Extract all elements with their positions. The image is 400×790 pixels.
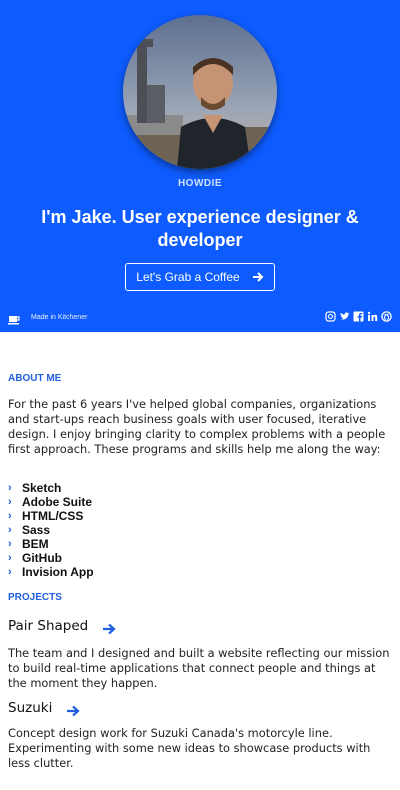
list-item: › GitHub: [8, 551, 94, 565]
skill-label: Adobe Suite: [22, 495, 93, 509]
chevron-right-icon: ›: [8, 566, 12, 578]
arrow-right-icon: [102, 620, 116, 635]
list-item: › HTML/CSS: [8, 509, 94, 523]
skill-label: HTML/CSS: [22, 509, 84, 523]
list-item: › Invision App: [8, 565, 94, 579]
avatar: [123, 15, 277, 169]
hero-section: HOWDIE I'm Jake. User experience designe…: [0, 0, 400, 332]
social-links: [325, 311, 392, 322]
list-item: › BEM: [8, 537, 94, 551]
project-name: Pair Shaped: [8, 618, 89, 634]
made-in-label: Made in Kitchener: [31, 314, 88, 321]
page-title: I'm Jake. User experience designer & dev…: [41, 207, 359, 250]
chevron-right-icon: ›: [8, 496, 12, 508]
cta-label: Let's Grab a Coffee: [136, 270, 240, 284]
github-icon[interactable]: [381, 311, 392, 322]
list-item: › Sketch: [8, 481, 94, 495]
project-description: The team and I designed and built a webs…: [8, 646, 390, 690]
skill-label: Sketch: [22, 481, 62, 495]
facebook-icon[interactable]: [353, 311, 364, 322]
about-paragraph: For the past 6 years I've helped global …: [8, 397, 386, 456]
skill-label: Sass: [22, 523, 51, 537]
arrow-right-icon: [66, 702, 80, 717]
skill-label: GitHub: [22, 551, 62, 565]
coffee-cup-icon: [8, 311, 21, 325]
chevron-right-icon: ›: [8, 538, 12, 550]
grab-coffee-button[interactable]: Let's Grab a Coffee: [125, 263, 275, 291]
projects-section-title: PROJECTS: [8, 592, 62, 603]
skill-label: Invision App: [22, 565, 94, 579]
arrow-right-icon: [252, 271, 264, 283]
skills-list: › Sketch › Adobe Suite › HTML/CSS › Sass › BE…: [8, 481, 94, 579]
chevron-right-icon: ›: [8, 482, 12, 494]
chevron-right-icon: ›: [8, 552, 12, 564]
chevron-right-icon: ›: [8, 524, 12, 536]
eyebrow-label: HOWDIE: [177, 178, 223, 189]
about-section-title: ABOUT ME: [8, 373, 62, 384]
twitter-icon[interactable]: [339, 311, 350, 322]
hero-footer: Made in Kitchener: [0, 306, 400, 332]
instagram-icon[interactable]: [325, 311, 336, 322]
linkedin-icon[interactable]: [367, 311, 378, 322]
project-suzuki-link[interactable]: Suzuki: [8, 700, 80, 717]
project-description: Concept design work for Suzuki Canada's …: [8, 726, 371, 770]
project-name: Suzuki: [8, 700, 53, 716]
skill-label: BEM: [22, 537, 49, 551]
list-item: › Sass: [8, 523, 94, 537]
project-pair-shaped-link[interactable]: Pair Shaped: [8, 618, 116, 635]
list-item: › Adobe Suite: [8, 495, 94, 509]
chevron-right-icon: ›: [8, 510, 12, 522]
